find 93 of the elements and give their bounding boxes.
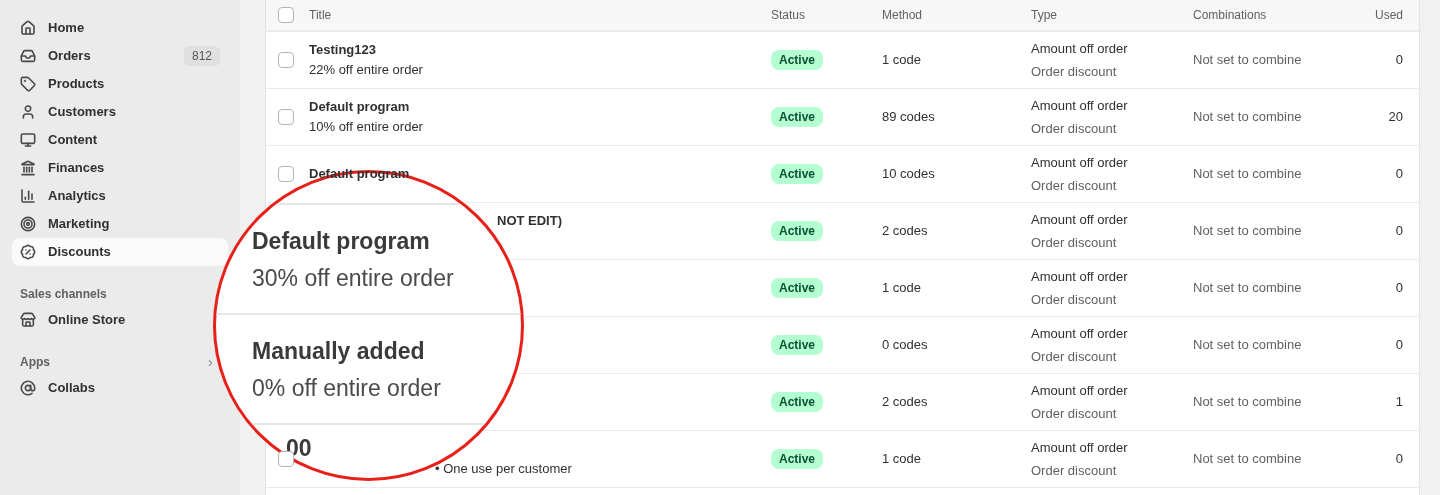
magnified-title: Manually added <box>252 337 426 364</box>
discount-title[interactable]: Testing123 <box>309 40 376 60</box>
table-cell-text: Order discount <box>1031 348 1117 366</box>
section-heading: Sales channels <box>20 286 108 303</box>
table-cell-text: Amount off order <box>1031 39 1128 58</box>
table-cell-text: 0 <box>1395 279 1403 298</box>
column-header[interactable]: Title <box>309 6 332 24</box>
table-cell-text: Amount off order <box>1031 438 1128 457</box>
store-icon <box>20 312 36 328</box>
magnified-title: Default program <box>252 227 431 254</box>
table-cell-text: Amount off order <box>1031 96 1128 115</box>
table-cell-text: Amount off order <box>1031 381 1128 400</box>
discount-title[interactable]: Default program <box>309 97 410 117</box>
table-cell-text: Order discount <box>1031 63 1117 81</box>
home-icon <box>20 20 36 36</box>
table-cell-text: Not set to combine <box>1193 336 1302 355</box>
person-icon <box>20 104 36 120</box>
nav-item[interactable]: Home <box>12 14 93 42</box>
nav-item[interactable]: Finances <box>12 154 113 182</box>
table-cell-text: 1 <box>1395 393 1403 412</box>
nav-item[interactable]: Marketing <box>12 210 118 238</box>
column-header[interactable]: Status <box>771 6 806 24</box>
discount-icon <box>20 244 36 260</box>
monitor-icon <box>20 132 36 148</box>
table-cell-text: 2 codes <box>882 222 928 241</box>
discount-title[interactable]: NOT EDIT) <box>497 211 562 231</box>
table-cell-text: 20 <box>1388 108 1403 127</box>
checkbox[interactable] <box>278 109 294 125</box>
status-badge: Active <box>771 107 824 128</box>
column-header[interactable]: Used <box>1375 6 1403 24</box>
nav-item[interactable]: Customers <box>12 98 124 126</box>
discount-summary: 10% off entire order <box>309 118 423 136</box>
nav-item[interactable]: Analytics <box>12 182 114 210</box>
table-cell-text: Order discount <box>1031 234 1117 252</box>
magnified-summary: 30% off entire order <box>252 264 455 291</box>
checkbox[interactable] <box>278 52 294 68</box>
table-cell-text: Not set to combine <box>1193 393 1302 412</box>
table-cell-text: 0 <box>1395 222 1403 241</box>
inbox-icon <box>20 48 36 64</box>
discount-summary: 22% off entire order <box>309 61 423 79</box>
table-cell-text: Not set to combine <box>1193 165 1302 184</box>
nav-item[interactable]: Online Store <box>12 306 134 334</box>
nav-item[interactable]: Collabs <box>12 374 103 402</box>
status-badge: Active <box>771 164 824 185</box>
status-badge: Active <box>771 449 824 470</box>
bank-icon <box>20 160 36 176</box>
status-badge: Active <box>771 335 824 356</box>
nav-item[interactable]: Products <box>12 70 113 98</box>
table-cell-text: 0 <box>1395 336 1403 355</box>
table-cell-text: 0 <box>1395 450 1403 469</box>
status-badge: Active <box>771 392 824 413</box>
table-cell-text: Order discount <box>1031 120 1117 138</box>
table-cell-text: 1 code <box>882 51 922 70</box>
bar-chart-icon <box>20 188 36 204</box>
table-cell-text: Amount off order <box>1031 324 1128 343</box>
column-header[interactable]: Type <box>1031 6 1057 24</box>
table-cell-text: Not set to combine <box>1193 279 1302 298</box>
table-cell-text: Amount off order <box>1031 210 1128 229</box>
discount-summary: • One use per customer <box>435 460 572 478</box>
table-cell-text: 1 code <box>882 450 922 469</box>
status-badge: Active <box>771 50 824 71</box>
table-cell-text: 10 codes <box>882 165 935 184</box>
nav-item[interactable]: Discounts <box>12 238 228 266</box>
table-cell-text: Not set to combine <box>1193 51 1302 70</box>
table-cell-text: Order discount <box>1031 177 1117 195</box>
checkbox[interactable] <box>278 7 294 23</box>
table-cell-text: Order discount <box>1031 291 1117 309</box>
table-cell-text: Amount off order <box>1031 267 1128 286</box>
table-cell-text: 0 codes <box>882 336 928 355</box>
nav-item[interactable]: Orders 812 <box>12 42 228 70</box>
table-cell-text: 89 codes <box>882 108 935 127</box>
magnified-summary: 0% off entire order <box>252 374 442 401</box>
status-badge: Active <box>771 221 824 242</box>
table-cell-text: 0 <box>1395 51 1403 70</box>
table-cell-text: 1 code <box>882 279 922 298</box>
nav-item[interactable]: Content <box>12 126 106 154</box>
target-icon <box>20 216 36 232</box>
column-header[interactable]: Method <box>882 6 923 24</box>
checkbox[interactable] <box>278 166 294 182</box>
table-cell-text: Not set to combine <box>1193 108 1302 127</box>
table-cell-text: Order discount <box>1031 405 1117 423</box>
count-badge: 812 <box>183 46 220 66</box>
table-cell-text: Amount off order <box>1031 153 1128 172</box>
status-badge: Active <box>771 278 824 299</box>
table-cell-text: 2 codes <box>882 393 928 412</box>
section-heading: Apps <box>20 354 51 371</box>
tag-icon <box>20 76 36 92</box>
table-cell-text: 0 <box>1395 165 1403 184</box>
column-header[interactable]: Combinations <box>1193 6 1267 24</box>
table-cell-text: Not set to combine <box>1193 450 1302 469</box>
at-sign-icon <box>20 380 36 396</box>
table-cell-text: Not set to combine <box>1193 222 1302 241</box>
table-cell-text: Order discount <box>1031 462 1117 480</box>
